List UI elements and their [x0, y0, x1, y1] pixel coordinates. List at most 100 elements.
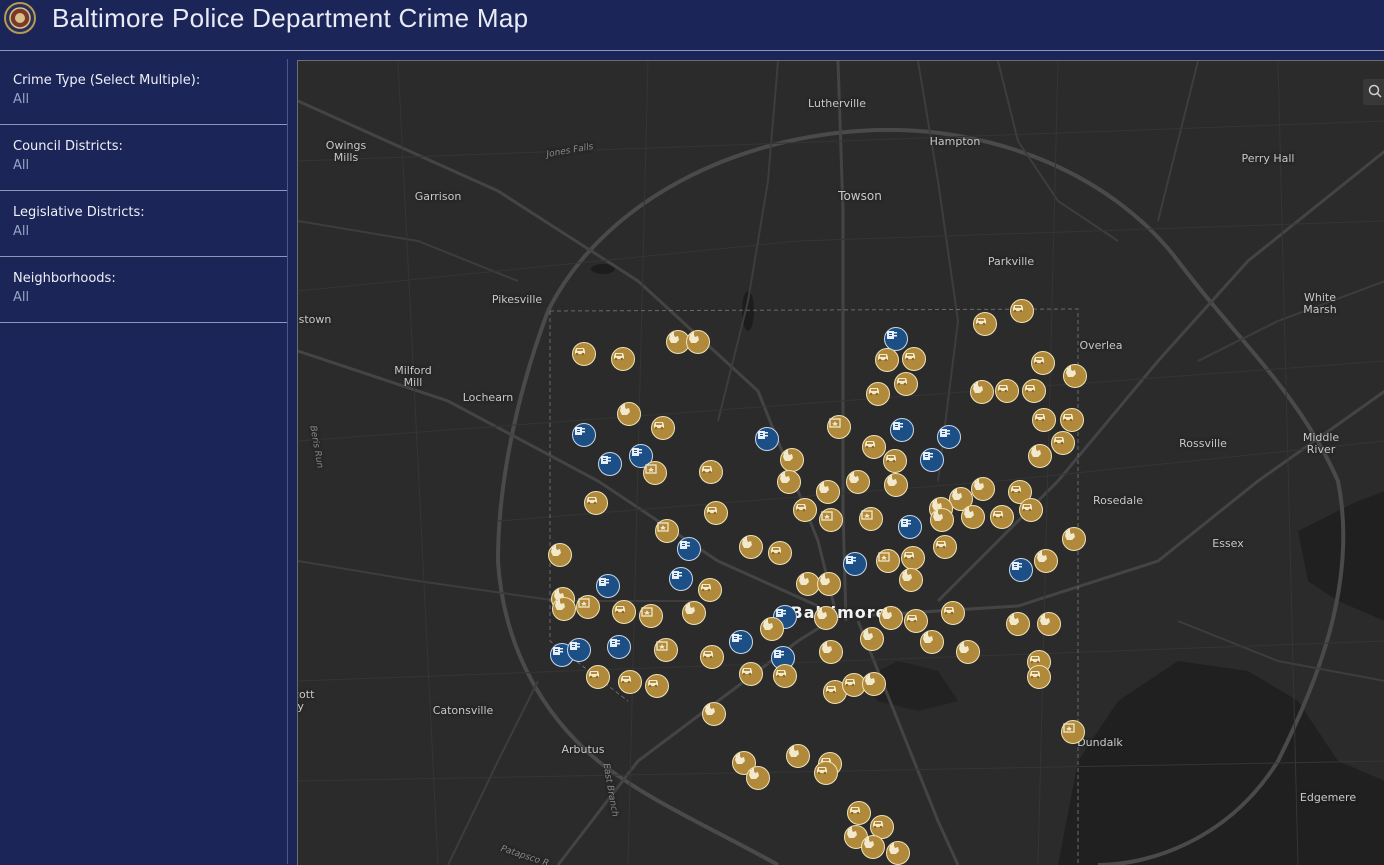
crime-marker[interactable]: [843, 552, 867, 576]
filter-value[interactable]: All: [13, 158, 274, 173]
crime-marker[interactable]: [1060, 408, 1084, 432]
crime-marker[interactable]: [655, 519, 679, 543]
crime-marker[interactable]: [886, 841, 910, 865]
crime-marker[interactable]: [883, 449, 907, 473]
crime-marker[interactable]: [639, 604, 663, 628]
crime-marker[interactable]: [700, 645, 724, 669]
crime-marker[interactable]: [1037, 612, 1061, 636]
crime-marker[interactable]: [901, 546, 925, 570]
crime-marker[interactable]: [1028, 444, 1052, 468]
filter-value[interactable]: All: [13, 290, 274, 305]
crime-marker[interactable]: [584, 491, 608, 515]
crime-marker[interactable]: [698, 578, 722, 602]
crime-marker[interactable]: [904, 609, 928, 633]
crime-marker[interactable]: [819, 640, 843, 664]
crime-marker[interactable]: [1022, 379, 1046, 403]
crime-marker[interactable]: [611, 347, 635, 371]
crime-marker[interactable]: [755, 427, 779, 451]
crime-marker[interactable]: [861, 835, 885, 859]
crime-marker[interactable]: [612, 600, 636, 624]
crime-marker[interactable]: [576, 595, 600, 619]
crime-marker[interactable]: [862, 435, 886, 459]
crime-marker[interactable]: [1034, 549, 1058, 573]
crime-marker[interactable]: [1051, 431, 1075, 455]
crime-marker[interactable]: [995, 379, 1019, 403]
crime-marker[interactable]: [572, 342, 596, 366]
crime-marker[interactable]: [847, 801, 871, 825]
crime-marker[interactable]: [686, 330, 710, 354]
crime-marker[interactable]: [1063, 364, 1087, 388]
crime-marker[interactable]: [816, 480, 840, 504]
crime-marker[interactable]: [1061, 720, 1085, 744]
crime-marker[interactable]: [933, 535, 957, 559]
crime-marker[interactable]: [617, 402, 641, 426]
crime-marker[interactable]: [827, 415, 851, 439]
crime-marker[interactable]: [704, 501, 728, 525]
crime-marker[interactable]: [899, 568, 923, 592]
crime-marker[interactable]: [699, 460, 723, 484]
crime-marker[interactable]: [819, 508, 843, 532]
crime-marker[interactable]: [876, 549, 900, 573]
crime-marker[interactable]: [654, 638, 678, 662]
crime-marker[interactable]: [645, 674, 669, 698]
crime-marker[interactable]: [1009, 558, 1033, 582]
crime-marker[interactable]: [846, 470, 870, 494]
crime-marker[interactable]: [768, 541, 792, 565]
crime-marker[interactable]: [1062, 527, 1086, 551]
crime-marker[interactable]: [970, 380, 994, 404]
crime-marker[interactable]: [971, 477, 995, 501]
crime-marker[interactable]: [920, 630, 944, 654]
crime-marker[interactable]: [884, 473, 908, 497]
crime-marker[interactable]: [1027, 665, 1051, 689]
crime-marker[interactable]: [990, 505, 1014, 529]
crime-marker[interactable]: [879, 606, 903, 630]
crime-marker[interactable]: [920, 448, 944, 472]
crime-marker[interactable]: [1019, 498, 1043, 522]
crime-marker[interactable]: [607, 635, 631, 659]
crime-marker[interactable]: [618, 670, 642, 694]
crime-marker[interactable]: [930, 508, 954, 532]
crime-marker[interactable]: [1006, 612, 1030, 636]
crime-marker[interactable]: [937, 425, 961, 449]
crime-marker[interactable]: [898, 515, 922, 539]
filter-council-districts[interactable]: Council Districts: All: [0, 125, 287, 191]
crime-marker[interactable]: [814, 761, 838, 785]
crime-marker[interactable]: [746, 766, 770, 790]
crime-marker[interactable]: [567, 638, 591, 662]
crime-marker[interactable]: [793, 498, 817, 522]
crime-marker[interactable]: [860, 627, 884, 651]
crime-map[interactable]: Lutherville Hampton Owings Mills Jones F…: [297, 60, 1384, 865]
filter-value[interactable]: All: [13, 92, 274, 107]
crime-marker[interactable]: [866, 382, 890, 406]
crime-marker[interactable]: [1032, 408, 1056, 432]
crime-marker[interactable]: [862, 672, 886, 696]
crime-marker[interactable]: [902, 347, 926, 371]
crime-marker[interactable]: [682, 601, 706, 625]
crime-marker[interactable]: [786, 744, 810, 768]
crime-marker[interactable]: [760, 617, 784, 641]
crime-marker[interactable]: [729, 630, 753, 654]
crime-marker[interactable]: [1031, 351, 1055, 375]
crime-marker[interactable]: [773, 664, 797, 688]
crime-marker[interactable]: [598, 452, 622, 476]
crime-marker[interactable]: [890, 418, 914, 442]
crime-marker[interactable]: [956, 640, 980, 664]
crime-marker[interactable]: [894, 372, 918, 396]
filter-neighborhoods[interactable]: Neighborhoods: All: [0, 257, 287, 323]
crime-marker[interactable]: [1010, 299, 1034, 323]
crime-marker[interactable]: [780, 448, 804, 472]
crime-marker[interactable]: [973, 312, 997, 336]
crime-marker[interactable]: [739, 662, 763, 686]
crime-marker[interactable]: [651, 416, 675, 440]
crime-marker[interactable]: [572, 423, 596, 447]
crime-marker[interactable]: [677, 537, 701, 561]
crime-marker[interactable]: [552, 597, 576, 621]
crime-marker[interactable]: [739, 535, 763, 559]
crime-marker[interactable]: [669, 567, 693, 591]
crime-marker[interactable]: [817, 572, 841, 596]
crime-marker[interactable]: [777, 470, 801, 494]
filter-crime-type[interactable]: Crime Type (Select Multiple): All: [0, 59, 287, 125]
crime-marker[interactable]: [961, 505, 985, 529]
crime-marker[interactable]: [702, 702, 726, 726]
crime-marker[interactable]: [548, 543, 572, 567]
